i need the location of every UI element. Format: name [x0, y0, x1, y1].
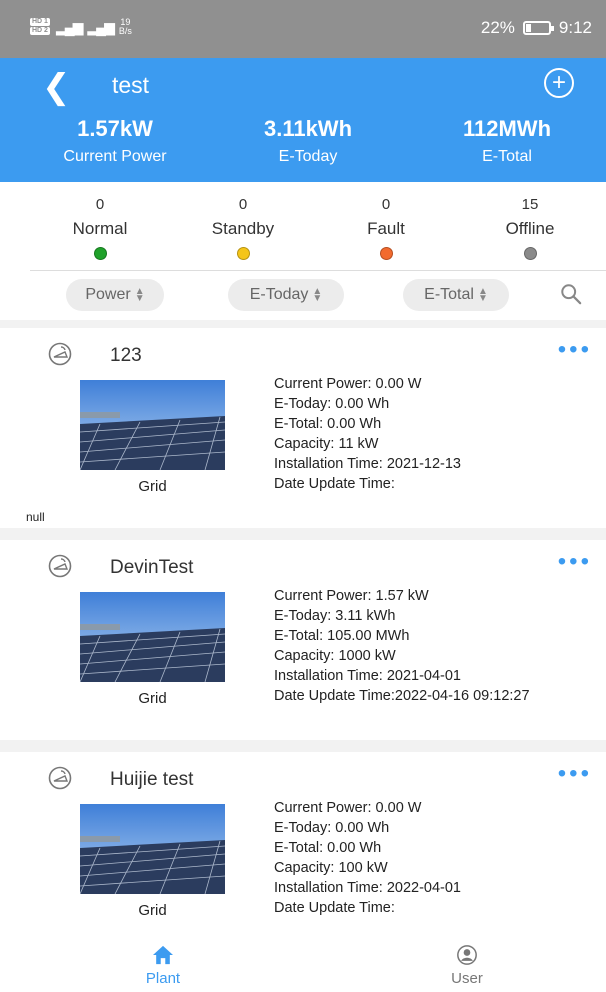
user-icon	[457, 945, 477, 965]
stat-e-today: 3.11kWh E-Today	[263, 116, 353, 165]
sort-e-today-button[interactable]: E-Today ▲ ▼	[228, 279, 344, 311]
status-dot-offline	[523, 247, 537, 260]
status-dot-fault	[379, 247, 393, 260]
plant-name: Huijie test	[110, 769, 194, 790]
plant-card-devintest[interactable]: DevinTest ••• Grid Current Power: 1.57 k…	[0, 540, 606, 740]
bottom-nav: Plant User	[0, 940, 606, 992]
status-dot-normal	[93, 247, 107, 260]
stats-row: 1.57kW Current Power 3.11kWh E-Today 112…	[0, 116, 606, 182]
plant-photo	[80, 592, 225, 682]
plant-type: Grid	[138, 690, 167, 707]
plant-card-huijie-test[interactable]: Huijie test ••• Grid Current Power: 0.00…	[0, 752, 606, 952]
plant-name: 123	[110, 345, 142, 366]
plant-solar-icon	[48, 554, 72, 578]
more-options-icon[interactable]: •••	[558, 550, 592, 574]
stat-e-total: 112MWh E-Total	[462, 116, 552, 165]
home-icon	[153, 945, 173, 965]
sort-power-button[interactable]: Power ▲ ▼	[66, 279, 164, 311]
nav-label-user: User	[451, 970, 483, 987]
more-options-icon[interactable]: •••	[558, 762, 592, 786]
nav-item-plant[interactable]: Plant	[103, 940, 223, 987]
status-bar: HD 1 HD 2 ▂▄▆ ▂▄▆ 19 B/s 22% 9:12	[0, 0, 606, 58]
add-plant-icon[interactable]: +	[544, 68, 574, 98]
status-standby[interactable]: 0 Standby	[173, 196, 313, 260]
status-fault[interactable]: 0 Fault	[316, 196, 456, 260]
network-speed: 19 B/s	[118, 17, 132, 36]
signal-icon: ▂▄▆	[55, 18, 83, 35]
plant-info: Current Power: 1.57 kW E-Today: 3.11 kWh…	[274, 588, 530, 704]
battery-icon	[522, 21, 554, 35]
status-dot-standby	[236, 247, 250, 260]
plant-info: Current Power: 0.00 W E-Today: 0.00 Wh E…	[274, 800, 461, 916]
hd-badge-icon: HD 1 HD 2	[30, 18, 50, 35]
page-title: test	[112, 72, 150, 98]
plant-card-123[interactable]: 123 ••• Grid Current Power: 0.00 W E-Tod…	[0, 328, 606, 528]
plant-extra-text: null	[26, 510, 45, 524]
divider	[30, 270, 606, 271]
sort-arrows-icon: ▲ ▼	[134, 286, 145, 304]
nav-label-plant: Plant	[145, 970, 181, 987]
plant-solar-icon	[48, 342, 72, 366]
more-options-icon[interactable]: •••	[558, 338, 592, 362]
plant-photo	[80, 380, 225, 470]
sort-arrows-icon: ▲ ▼	[477, 286, 488, 304]
status-offline[interactable]: 15 Offline	[460, 196, 600, 260]
stat-current-power: 1.57kW Current Power	[63, 116, 167, 165]
status-right: 22% 9:12	[481, 18, 592, 38]
back-icon[interactable]: ❮	[42, 70, 71, 104]
battery-percent: 22%	[480, 18, 515, 37]
plant-type: Grid	[138, 902, 167, 919]
clock: 9:12	[558, 18, 592, 37]
plant-name: DevinTest	[110, 557, 194, 578]
plant-info: Current Power: 0.00 W E-Today: 0.00 Wh E…	[274, 376, 461, 492]
nav-item-user[interactable]: User	[407, 940, 527, 987]
header: ❮ test + 1.57kW Current Power 3.11kWh E-…	[0, 58, 606, 182]
signal-icon-2: ▂▄▆	[87, 18, 114, 35]
search-icon[interactable]	[560, 283, 582, 305]
status-summary: 0 Normal 0 Standby 0 Fault 15 Offline Po…	[0, 182, 606, 320]
plant-type: Grid	[138, 478, 167, 495]
plant-solar-icon	[48, 766, 72, 790]
plant-photo	[80, 804, 225, 894]
sort-arrows-icon: ▲ ▼	[312, 286, 323, 304]
status-left: HD 1 HD 2 ▂▄▆ ▂▄▆ 19 B/s	[30, 18, 132, 36]
status-normal[interactable]: 0 Normal	[30, 196, 170, 260]
sort-e-total-button[interactable]: E-Total ▲ ▼	[403, 279, 509, 311]
